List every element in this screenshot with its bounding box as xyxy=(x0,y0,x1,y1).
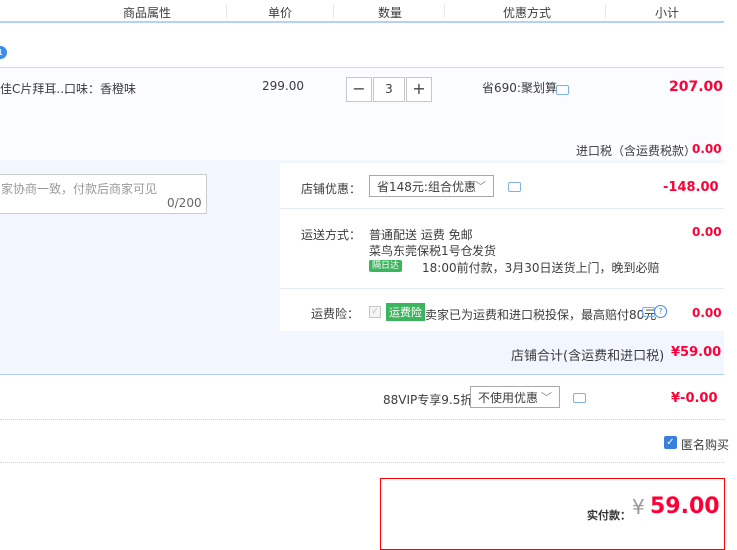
next-day-tag: 隔日达 xyxy=(369,260,403,272)
shop-discount-select-value: 省148元:组合优惠 xyxy=(377,180,476,194)
vip-select[interactable]: 不使用优惠 ﹀ xyxy=(470,386,560,408)
insurance-value: 0.00 xyxy=(692,306,722,320)
shop-total-label: 店铺合计(含运费和进口税) xyxy=(511,349,665,364)
shop-discount-label: 店铺优惠： xyxy=(301,182,362,196)
comment-icon[interactable] xyxy=(573,393,586,403)
col-discount: 优惠方式 xyxy=(503,6,552,20)
shipping-method: 普通配送 运费 免邮 xyxy=(369,228,473,242)
message-placeholder: 家协商一致，付款后商家可见 xyxy=(1,182,158,196)
item-price: 299.00 xyxy=(262,79,304,93)
shipping-warehouse: 菜鸟东莞保税1号仓 xyxy=(369,244,473,258)
shipping-label: 运送方式： xyxy=(301,228,362,242)
shipping-desc: 18:00前付款，3月30日送货上门，晚到必赔 xyxy=(422,261,660,275)
shop-discount-select[interactable]: 省148元:组合优惠 ﹀ xyxy=(369,175,494,197)
pay-amount: 59.00 xyxy=(650,494,720,519)
shop-total-value: ¥59.00 xyxy=(671,345,722,360)
pay-currency: ¥ xyxy=(632,495,645,519)
shipping-value: 0.00 xyxy=(692,225,722,239)
shop-badge-icon: 1 xyxy=(0,46,7,59)
vip-select-value: 不使用优惠 xyxy=(478,391,539,405)
insurance-desc: 卖家已为运费和进口税投保，最高赔付80元 xyxy=(425,308,657,322)
chevron-down-icon: ﹀ xyxy=(541,391,552,404)
insurance-checkbox[interactable]: ✓ xyxy=(369,306,381,318)
chevron-down-icon: ﹀ xyxy=(475,180,486,193)
qty-minus-button[interactable]: − xyxy=(346,77,372,102)
column-header: 商品属性 单价 数量 优惠方式 小计 xyxy=(0,0,724,23)
col-subtotal: 小计 xyxy=(655,6,680,20)
message-count: 0/200 xyxy=(167,196,202,210)
vip-value: ¥-0.00 xyxy=(671,391,718,406)
pay-label: 实付款： xyxy=(587,509,631,522)
quantity-stepper: − 3 + xyxy=(346,77,432,102)
item-discount: 省690:聚划算 xyxy=(482,81,557,95)
anonymous-label: 匿名购买 xyxy=(681,438,730,452)
col-attr: 商品属性 xyxy=(123,6,172,20)
item-title[interactable]: 佳C片拜耳... xyxy=(0,80,68,97)
qty-plus-button[interactable]: + xyxy=(406,77,432,102)
comment-icon[interactable] xyxy=(508,182,521,192)
shipping-suffix: 发货 xyxy=(472,244,497,258)
shop-discount-value: -148.00 xyxy=(663,180,719,195)
tax-label: 进口税（含运费税款） xyxy=(576,144,697,158)
item-attr: 口味：香橙味 xyxy=(64,82,137,96)
message-input[interactable]: 家协商一致，付款后商家可见 0/200 xyxy=(0,174,207,214)
pay-summary: 实付款： ¥ 59.00 xyxy=(380,478,725,550)
comment-icon[interactable] xyxy=(556,85,569,95)
col-qty: 数量 xyxy=(378,6,403,20)
insurance-label: 运费险： xyxy=(311,307,360,321)
vip-label: 88VIP专享9.5折 xyxy=(383,393,473,407)
anonymous-checkbox[interactable]: ✓ xyxy=(664,436,677,449)
insurance-tag: 运费险 xyxy=(386,303,425,321)
tax-value: 0.00 xyxy=(692,142,722,156)
help-icon[interactable]: ? xyxy=(654,305,667,318)
item-subtotal: 207.00 xyxy=(669,79,724,95)
qty-input[interactable]: 3 xyxy=(373,77,405,102)
col-price: 单价 xyxy=(268,6,293,20)
